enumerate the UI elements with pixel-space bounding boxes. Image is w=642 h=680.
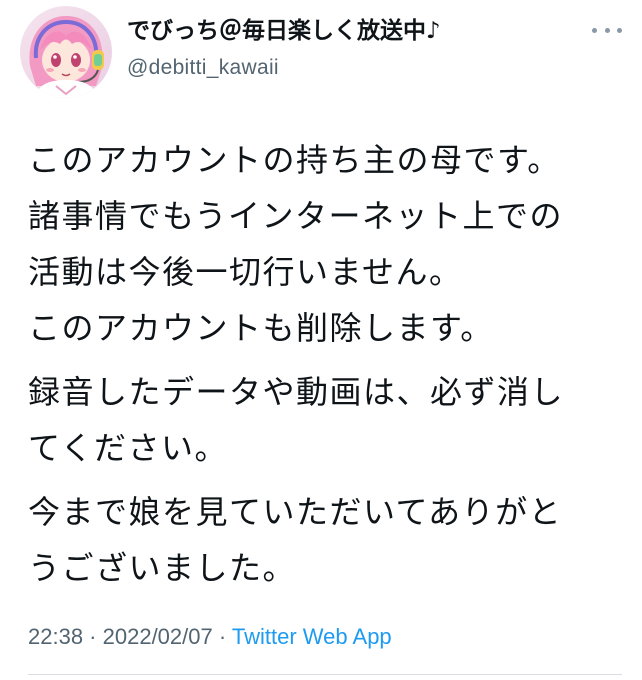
- tweet-paragraph: 今まで娘を見ていただいてありがと うございました。: [28, 484, 622, 596]
- tweet-line: 諸事情でもうインターネット上での: [28, 197, 564, 235]
- more-options-icon[interactable]: [592, 20, 622, 40]
- meta-separator: ·: [83, 624, 103, 649]
- tweet-text: このアカウントの持ち主の母です。 諸事情でもうインターネット上での 活動は今後一…: [28, 132, 622, 596]
- tweet-date[interactable]: 2022/02/07: [103, 624, 213, 649]
- more-dot: [617, 27, 622, 33]
- author-names: でびっち＠毎日楽しく放送中♪ @debitti_kawaii: [127, 16, 441, 82]
- tweet-line: このアカウントの持ち主の母です。: [28, 141, 561, 179]
- anime-avatar-icon: [20, 6, 112, 98]
- tweet-line: 今まで娘を見ていただいてありがと: [28, 493, 563, 531]
- tweet-line: このアカウントも削除します。: [28, 309, 494, 347]
- tweet-line: 活動は今後一切行いません。: [28, 253, 463, 291]
- tweet-time[interactable]: 22:38: [28, 624, 83, 649]
- tweet-header: でびっち＠毎日楽しく放送中♪ @debitti_kawaii: [20, 6, 642, 98]
- tweet-line: てください。: [28, 429, 229, 467]
- user-handle[interactable]: @debitti_kawaii: [127, 54, 441, 82]
- meta-separator: ·: [212, 624, 232, 649]
- display-name[interactable]: でびっち＠毎日楽しく放送中♪: [127, 16, 441, 46]
- tweet-line: 録音したデータや動画は、必ず消し: [28, 373, 565, 411]
- tweet-line: うございました。: [28, 549, 297, 587]
- avatar[interactable]: [20, 6, 112, 98]
- divider: [28, 674, 622, 675]
- more-dot: [592, 27, 597, 33]
- tweet-meta: 22:38 · 2022/02/07 · Twitter Web App: [28, 622, 392, 652]
- tweet-paragraph: 録音したデータや動画は、必ず消し てください。: [28, 364, 622, 476]
- more-dot: [604, 27, 610, 33]
- tweet-paragraph: このアカウントの持ち主の母です。 諸事情でもうインターネット上での 活動は今後一…: [28, 132, 622, 356]
- tweet-source-link[interactable]: Twitter Web App: [232, 624, 392, 649]
